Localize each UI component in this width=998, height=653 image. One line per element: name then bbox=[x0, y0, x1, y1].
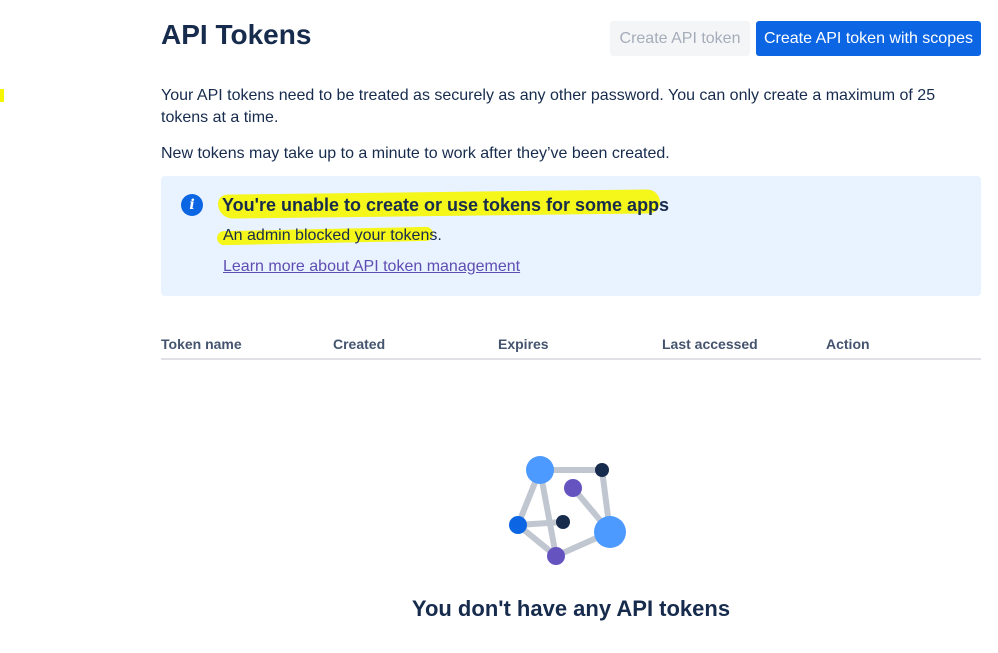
learn-more-link[interactable]: Learn more about API token management bbox=[223, 258, 520, 276]
info-icon: i bbox=[181, 194, 203, 216]
empty-state-network-illustration bbox=[509, 456, 626, 565]
highlight-marker bbox=[0, 89, 4, 102]
column-header-created: Created bbox=[333, 336, 386, 352]
info-message: An admin blocked your tokens. bbox=[223, 227, 442, 244]
api-tokens-page: API Tokens Create API token Create API t… bbox=[0, 0, 998, 653]
tokens-description: Your API tokens need to be treated as se… bbox=[161, 87, 936, 126]
tokens-note: New tokens may take up to a minute to wo… bbox=[161, 145, 670, 162]
column-header-token-name: Token name bbox=[161, 336, 242, 352]
column-header-expires: Expires bbox=[498, 336, 549, 352]
page-title: API Tokens bbox=[161, 19, 312, 50]
info-heading: You're unable to create or use tokens fo… bbox=[222, 195, 670, 215]
column-header-last-accessed: Last accessed bbox=[662, 336, 758, 352]
create-api-token-button[interactable]: Create API token bbox=[610, 21, 750, 56]
tokens-table-header: Token name Created Expires Last accessed… bbox=[161, 336, 981, 360]
empty-state-title: You don't have any API tokens bbox=[411, 596, 731, 621]
create-api-token-with-scopes-button[interactable]: Create API token with scopes bbox=[756, 21, 981, 56]
create-api-token-label: Create API token bbox=[619, 29, 741, 47]
info-section-message: i You're unable to create or use tokens … bbox=[161, 176, 981, 296]
column-header-action: Action bbox=[826, 336, 870, 352]
